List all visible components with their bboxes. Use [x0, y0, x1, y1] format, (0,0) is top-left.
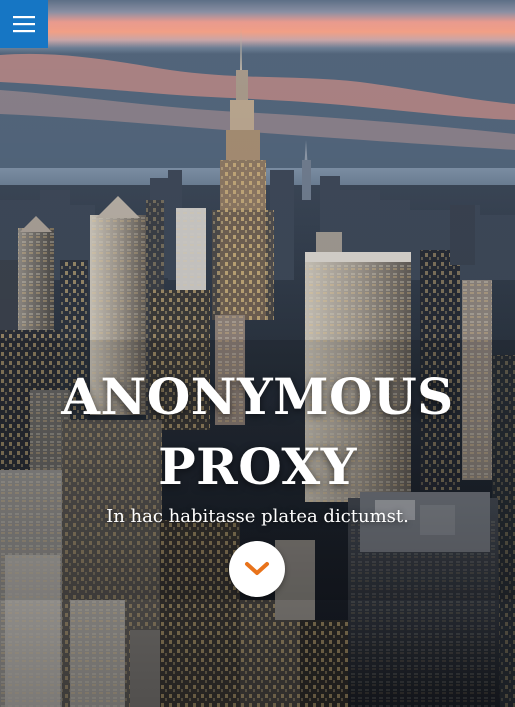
hero-title-line2: PROXY [158, 437, 357, 496]
hero-title: ANONYMOUS PROXY [0, 362, 515, 502]
hero-text-block: ANONYMOUS PROXY In hac habitasse platea … [0, 362, 515, 528]
hero-section: ANONYMOUS PROXY In hac habitasse platea … [0, 0, 515, 707]
city-skyline-background [0, 0, 515, 707]
hero-title-line1: ANONYMOUS [61, 367, 454, 426]
hamburger-menu-icon [13, 16, 35, 33]
chevron-down-icon [245, 562, 269, 575]
scroll-down-button[interactable] [229, 541, 285, 597]
menu-button[interactable] [0, 0, 48, 48]
hero-subtitle: In hac habitasse platea dictumst. [106, 506, 409, 527]
